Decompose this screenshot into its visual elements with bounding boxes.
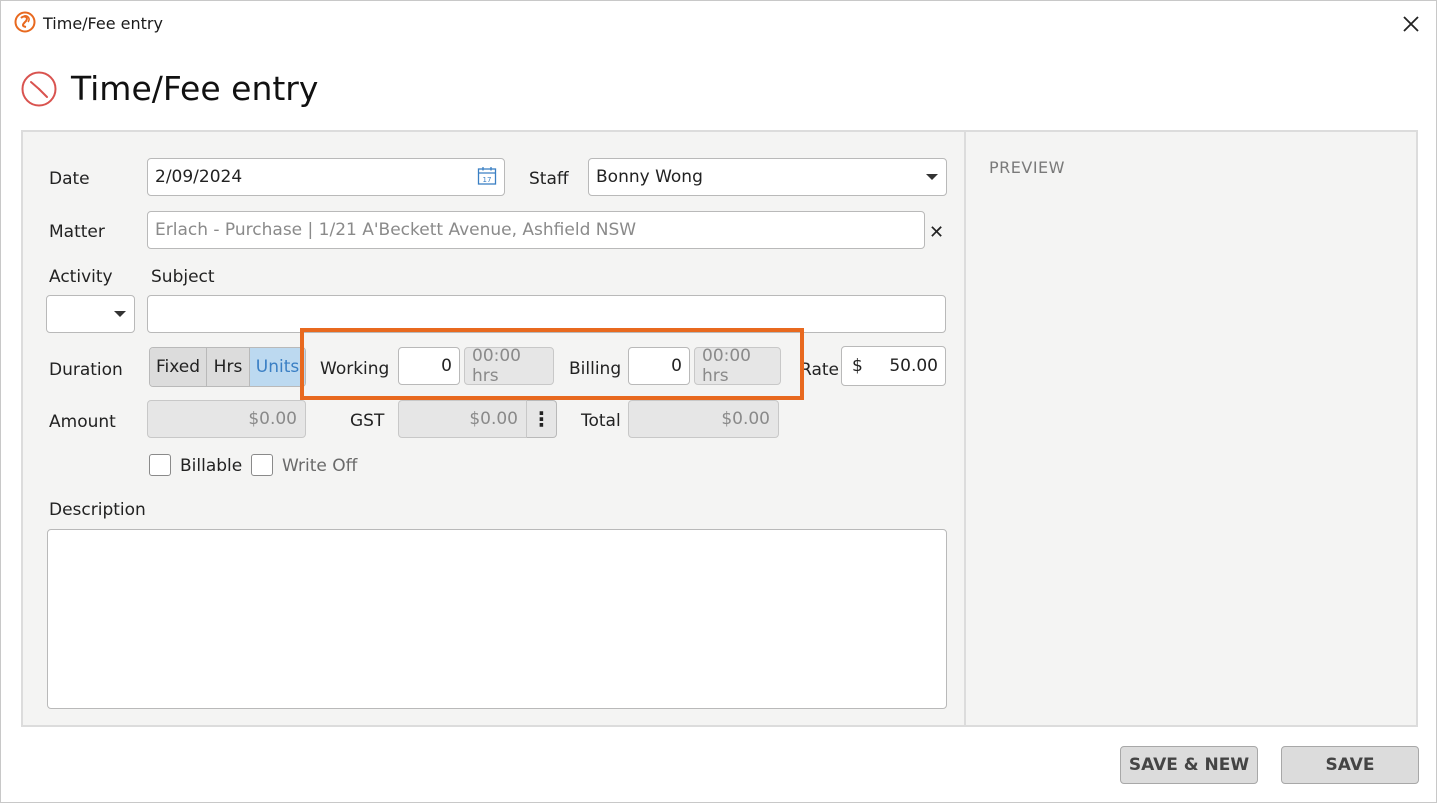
- amount-value: $0.00: [248, 409, 297, 429]
- activity-label: Activity: [49, 267, 113, 287]
- rate-currency: $: [852, 356, 863, 376]
- preview-label: PREVIEW: [989, 158, 1065, 177]
- description-label: Description: [49, 500, 146, 520]
- gst-label: GST: [350, 411, 385, 431]
- description-textarea[interactable]: [47, 529, 947, 709]
- rate-label: Rate: [800, 360, 839, 380]
- duration-hrs-option[interactable]: Hrs: [207, 348, 250, 386]
- app-logo-icon: [14, 11, 36, 33]
- gst-value: $0.00: [469, 409, 518, 429]
- working-billing-highlight: [300, 328, 804, 400]
- form-panel: Date 2/09/2024 17 Staff Bonny Wong Matte…: [21, 130, 965, 727]
- duration-label: Duration: [49, 360, 123, 380]
- matter-field[interactable]: Erlach - Purchase | 1/21 A'Beckett Avenu…: [147, 211, 925, 249]
- dialog-window: Time/Fee entry Time/Fee entry Date 2/09/…: [0, 0, 1437, 803]
- gst-options-button[interactable]: ⋮: [527, 400, 557, 438]
- write-off-label: Write Off: [282, 456, 358, 476]
- page-title: Time/Fee entry: [71, 69, 319, 108]
- staff-value: Bonny Wong: [596, 167, 703, 187]
- duration-units-option[interactable]: Units: [250, 348, 305, 386]
- clear-matter-icon[interactable]: ✕: [929, 222, 944, 243]
- total-value: $0.00: [721, 409, 770, 429]
- date-label: Date: [49, 169, 90, 189]
- rate-value: 50.00: [889, 356, 938, 376]
- staff-label: Staff: [529, 169, 569, 189]
- chevron-down-icon: [114, 311, 126, 317]
- save-button[interactable]: SAVE: [1281, 746, 1419, 784]
- svg-text:17: 17: [483, 176, 492, 184]
- total-field: $0.00: [628, 400, 779, 438]
- subject-label: Subject: [151, 267, 215, 287]
- rate-input[interactable]: $ 50.00: [841, 346, 946, 386]
- window-title: Time/Fee entry: [43, 14, 163, 33]
- title-bar: Time/Fee entry: [1, 1, 1436, 47]
- billable-label: Billable: [180, 456, 243, 476]
- more-vertical-icon: ⋮: [531, 407, 552, 431]
- total-label: Total: [581, 411, 621, 431]
- chevron-down-icon: [926, 174, 938, 180]
- amount-label: Amount: [49, 412, 116, 432]
- calendar-icon[interactable]: 17: [477, 166, 497, 186]
- write-off-checkbox[interactable]: [251, 454, 273, 476]
- preview-panel: PREVIEW: [964, 130, 1418, 727]
- amount-field: $0.00: [147, 400, 306, 438]
- save-and-new-button[interactable]: SAVE & NEW: [1120, 746, 1258, 784]
- duration-toggle: Fixed Hrs Units: [149, 347, 306, 387]
- matter-label: Matter: [49, 222, 105, 242]
- staff-dropdown[interactable]: Bonny Wong: [588, 158, 947, 196]
- billable-checkbox[interactable]: [149, 454, 171, 476]
- date-field[interactable]: 2/09/2024 17: [147, 158, 505, 196]
- duration-fixed-option[interactable]: Fixed: [150, 348, 207, 386]
- close-icon[interactable]: [1397, 10, 1425, 38]
- gst-field: $0.00: [398, 400, 527, 438]
- activity-dropdown[interactable]: [46, 295, 135, 333]
- clock-icon: [21, 71, 57, 107]
- date-value: 2/09/2024: [155, 167, 243, 187]
- matter-value: Erlach - Purchase | 1/21 A'Beckett Avenu…: [155, 220, 637, 240]
